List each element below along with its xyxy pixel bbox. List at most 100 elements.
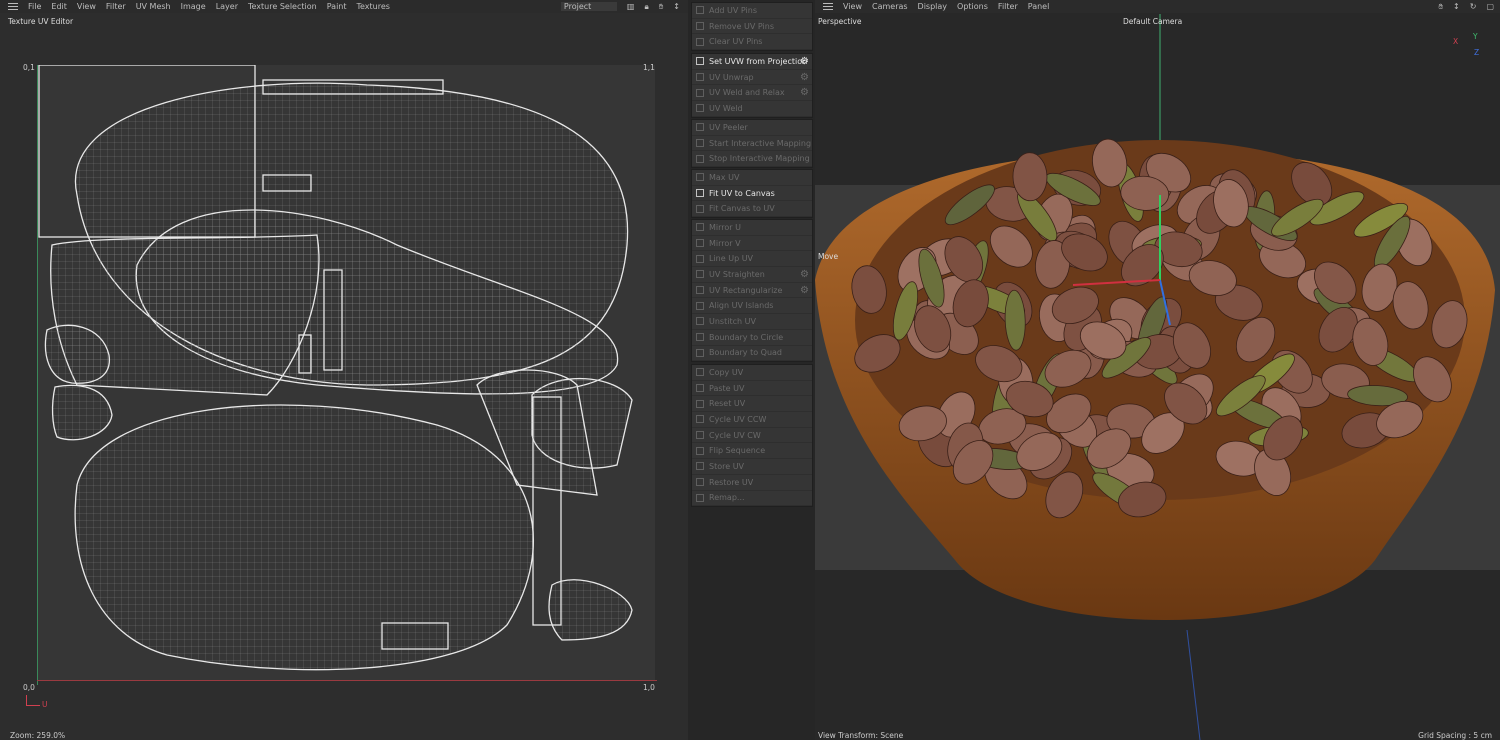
command-set-uvw-from-projection[interactable]: Set UVW from Projection ⚙ [692,54,812,70]
command-group: Copy UV Paste UV Reset UV Cycle UV CCW Cycle… [691,364,813,508]
command-uv-weld-and-relax[interactable]: UV Weld and Relax ⚙ [692,85,812,102]
projection-label[interactable]: Perspective [818,17,861,26]
command-group: UV Peeler Start Interactive Mapping Stop I… [691,119,813,169]
command-icon [696,270,704,279]
menu-layer[interactable]: Layer [216,2,238,11]
command-add-uv-pins[interactable]: Add UV Pins [692,3,812,19]
uv-commands-panel: Add UV Pins Remove UV Pins Clear UV Pins Se… [690,0,814,740]
command-clear-uv-pins[interactable]: Clear UV Pins [692,34,812,51]
menu-paint[interactable]: Paint [327,2,347,11]
menu-texture-selection[interactable]: Texture Selection [248,2,317,11]
command-remap[interactable]: Remap... [692,491,812,507]
command-reset-uv[interactable]: Reset UV [692,396,812,413]
command-cycle-uv-cw[interactable]: Cycle UV CW [692,428,812,444]
menu-display[interactable]: Display [918,2,948,11]
menu-icon[interactable] [8,3,18,10]
move-arrows-icon[interactable]: ↕ [673,2,680,11]
gear-icon[interactable]: ⚙ [800,56,809,67]
command-uv-straighten[interactable]: UV Straighten ⚙ [692,267,812,283]
move-arrows-icon[interactable]: ↕ [1453,2,1460,11]
command-stop-interactive-mapping[interactable]: Stop Interactive Mapping [692,151,812,168]
command-mirror-u[interactable]: Mirror U [692,220,812,236]
menu-options[interactable]: Options [957,2,988,11]
command-icon [696,286,704,295]
hand-icon[interactable]: ✋︎ [1438,2,1443,12]
command-label: Boundary to Quad [709,348,782,358]
axis-y-label: Y [1473,32,1478,41]
menu-uv-mesh[interactable]: UV Mesh [136,2,171,11]
command-boundary-to-quad[interactable]: Boundary to Quad [692,346,812,362]
menu-icon[interactable] [823,3,833,10]
zoom-status: Zoom: 259.0% [10,731,66,740]
corner-label-bottom-left: 0,0 [23,683,35,692]
command-icon [696,478,704,487]
command-label: Fit Canvas to UV [709,204,775,214]
lock-icon[interactable]: 🔒︎ [644,2,648,12]
command-label: Restore UV [709,477,754,487]
menu-cameras[interactable]: Cameras [872,2,908,11]
chart-icon[interactable]: ▥ [627,2,635,11]
command-label: Stop Interactive Mapping [709,154,810,164]
viewport-panel[interactable]: View Cameras Display Options Filter Panel ✋︎ … [815,0,1500,740]
uv-canvas[interactable] [37,64,655,680]
command-cycle-uv-ccw[interactable]: Cycle UV CCW [692,412,812,428]
command-paste-uv[interactable]: Paste UV [692,381,812,397]
cardamom-pod [1012,152,1048,202]
command-icon [696,239,704,248]
command-start-interactive-mapping[interactable]: Start Interactive Mapping [692,136,812,152]
gear-icon[interactable]: ⚙ [800,72,809,83]
menu-filter[interactable]: Filter [106,2,126,11]
menu-textures[interactable]: Textures [357,2,390,11]
command-icon [696,37,704,46]
command-label: UV Weld [709,103,743,113]
menu-edit[interactable]: Edit [51,2,67,11]
menu-view[interactable]: View [843,2,862,11]
command-icon [696,431,704,440]
viewport-scene[interactable] [815,0,1500,740]
project-dropdown[interactable]: Project [560,2,617,11]
command-label: Align UV Islands [709,301,774,311]
command-group: Mirror U Mirror V Line Up UV UV Straighten ⚙… [691,219,813,363]
command-align-uv-islands[interactable]: Align UV Islands [692,298,812,315]
command-group: Max UV Fit UV to Canvas Fit Canvas to UV [691,169,813,219]
command-flip-sequence[interactable]: Flip Sequence [692,443,812,460]
command-label: Line Up UV [709,254,754,264]
command-fit-canvas-to-uv[interactable]: Fit Canvas to UV [692,201,812,218]
command-label: UV Straighten [709,269,765,279]
maximize-icon[interactable]: ▢ [1486,2,1494,11]
menu-view[interactable]: View [77,2,96,11]
menu-image[interactable]: Image [181,2,206,11]
menu-panel[interactable]: Panel [1028,2,1050,11]
command-mirror-v[interactable]: Mirror V [692,236,812,252]
command-remove-uv-pins[interactable]: Remove UV Pins [692,19,812,35]
u-axis-label: U [42,700,48,709]
command-uv-peeler[interactable]: UV Peeler [692,120,812,136]
command-fit-uv-to-canvas[interactable]: Fit UV to Canvas [692,186,812,202]
command-uv-unwrap[interactable]: UV Unwrap ⚙ [692,70,812,86]
command-uv-weld[interactable]: UV Weld [692,101,812,117]
command-restore-uv[interactable]: Restore UV [692,475,812,491]
gear-icon[interactable]: ⚙ [800,269,809,280]
command-icon [696,123,704,132]
gear-icon[interactable]: ⚙ [800,285,809,296]
command-copy-uv[interactable]: Copy UV [692,365,812,381]
command-unstitch-uv[interactable]: Unstitch UV [692,314,812,330]
command-group: Set UVW from Projection ⚙ UV Unwrap ⚙ UV Wel… [691,53,813,118]
command-icon [696,493,704,502]
command-boundary-to-circle[interactable]: Boundary to Circle [692,330,812,346]
command-store-uv[interactable]: Store UV [692,459,812,475]
command-label: UV Peeler [709,122,748,132]
command-line-up-uv[interactable]: Line Up UV [692,251,812,268]
command-max-uv[interactable]: Max UV [692,170,812,186]
command-uv-rectangularize[interactable]: UV Rectangularize ⚙ [692,283,812,299]
command-label: Unstitch UV [709,316,756,326]
camera-label[interactable]: Default Camera [1123,17,1182,26]
rotate-icon[interactable]: ↻ [1470,2,1477,11]
command-icon [696,88,704,97]
command-icon [696,384,704,393]
command-label: Reset UV [709,399,746,409]
menu-file[interactable]: File [28,2,41,11]
gear-icon[interactable]: ⚙ [800,87,809,98]
menu-filter[interactable]: Filter [998,2,1018,11]
hand-icon[interactable]: ✋︎ [659,2,664,12]
